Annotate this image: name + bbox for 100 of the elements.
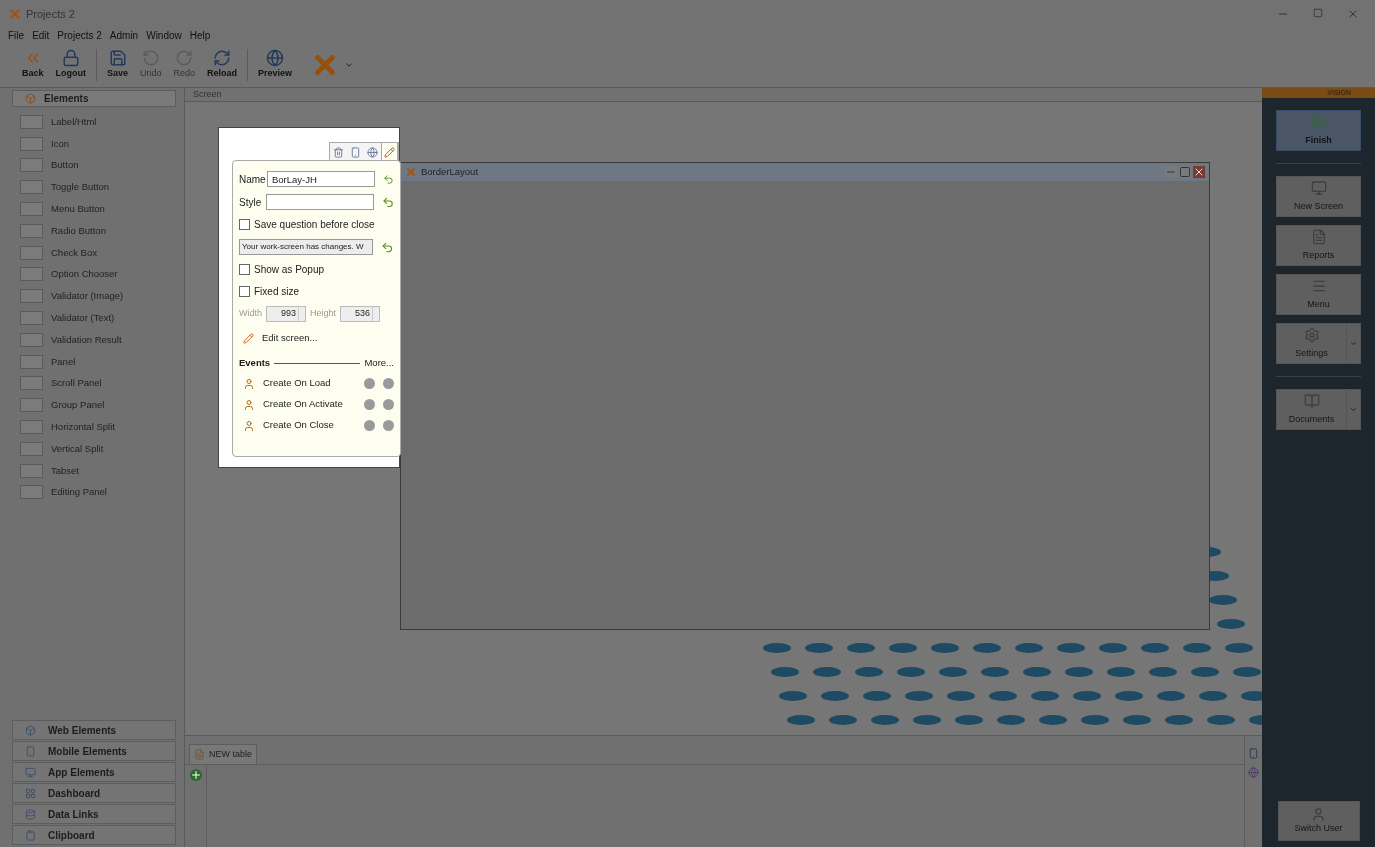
element-item[interactable]: Panel bbox=[20, 350, 176, 373]
elements-icon bbox=[25, 93, 36, 104]
element-icon bbox=[20, 180, 43, 195]
menu-item[interactable]: Help bbox=[189, 27, 211, 43]
style-field[interactable] bbox=[265, 194, 374, 210]
category-button[interactable]: Dashboard bbox=[12, 783, 176, 803]
switch-user-button[interactable]: Switch User bbox=[1277, 801, 1360, 841]
element-label: Button bbox=[51, 158, 79, 173]
element-label: Toggle Button bbox=[51, 180, 110, 195]
side-button[interactable]: Menu bbox=[1276, 274, 1361, 315]
element-item[interactable]: Label/Html bbox=[20, 111, 176, 133]
more-link[interactable]: More... bbox=[364, 356, 394, 371]
side-button[interactable]: Settings bbox=[1276, 323, 1361, 364]
element-icon bbox=[20, 420, 43, 435]
checkbox[interactable] bbox=[239, 286, 250, 297]
side-button-icon bbox=[1310, 228, 1327, 245]
menu-item[interactable]: Window bbox=[146, 27, 182, 43]
toolbar-icon bbox=[108, 48, 127, 67]
category-button[interactable]: App Elements bbox=[12, 762, 176, 782]
element-item[interactable]: Validator (Text) bbox=[20, 307, 176, 329]
element-label: Icon bbox=[51, 136, 69, 151]
category-button[interactable]: Clipboard bbox=[12, 825, 176, 845]
category-button[interactable]: Data Links bbox=[12, 804, 176, 824]
element-item[interactable]: Validation Result bbox=[20, 328, 176, 351]
element-item[interactable]: Tabset bbox=[20, 459, 176, 482]
maximize-icon[interactable] bbox=[1179, 166, 1191, 178]
checkbox[interactable] bbox=[239, 219, 250, 230]
menu-item[interactable]: Edit bbox=[32, 27, 50, 43]
panel-header[interactable]: Elements bbox=[12, 90, 176, 107]
name-field[interactable]: BorLay-JH bbox=[267, 171, 375, 187]
element-icon bbox=[20, 289, 43, 304]
field-label: Name bbox=[239, 172, 263, 187]
element-item[interactable]: Button bbox=[20, 154, 176, 177]
checkbox[interactable] bbox=[239, 264, 250, 275]
element-item[interactable]: Option Chooser bbox=[20, 263, 176, 286]
element-label: Tabset bbox=[51, 463, 79, 478]
element-item[interactable]: Vertical Split bbox=[20, 437, 176, 460]
toolbar-button[interactable]: Preview bbox=[256, 48, 295, 81]
menu-item[interactable]: Projects 2 bbox=[57, 27, 102, 43]
table-tab[interactable]: NEW table bbox=[189, 744, 257, 764]
caret-icon[interactable] bbox=[1349, 405, 1358, 414]
toolbar-button[interactable]: Reload bbox=[205, 48, 240, 81]
message-field[interactable]: Your work-screen has changes. W bbox=[239, 239, 374, 255]
event-label[interactable]: Create On Close bbox=[263, 418, 356, 433]
toolbar-icon bbox=[213, 48, 232, 67]
category-icon bbox=[25, 766, 36, 778]
side-button[interactable]: Documents bbox=[1276, 389, 1361, 430]
toolbar-button[interactable]: Logout bbox=[53, 48, 88, 81]
element-item[interactable]: Group Panel bbox=[20, 394, 176, 417]
menu-item[interactable]: Admin bbox=[109, 27, 139, 43]
element-item[interactable]: Radio Button bbox=[20, 220, 176, 242]
element-item[interactable]: Editing Panel bbox=[20, 481, 176, 504]
element-label: Check Box bbox=[51, 245, 97, 260]
form-window[interactable]: BorderLayout bbox=[400, 162, 1210, 630]
window-title: Projects 2 bbox=[26, 6, 75, 22]
category-button[interactable]: Mobile Elements bbox=[12, 741, 176, 761]
side-button[interactable]: Finish bbox=[1276, 110, 1361, 151]
minimize-icon[interactable] bbox=[1165, 166, 1177, 178]
event-label[interactable]: Create On Activate bbox=[263, 397, 356, 412]
reset-icon[interactable] bbox=[381, 195, 394, 209]
event-label[interactable]: Create On Load bbox=[263, 376, 356, 391]
element-icon bbox=[20, 332, 43, 347]
element-label: Editing Panel bbox=[51, 485, 107, 500]
reset-icon[interactable] bbox=[381, 240, 394, 254]
maximize-icon[interactable] bbox=[1313, 8, 1323, 18]
toolbar-button[interactable]: Save bbox=[105, 48, 131, 81]
element-item[interactable]: Toggle Button bbox=[20, 176, 176, 199]
caret-icon[interactable] bbox=[1349, 339, 1358, 348]
side-button[interactable]: New Screen bbox=[1276, 176, 1361, 217]
element-icon bbox=[20, 267, 43, 282]
popup-tab[interactable] bbox=[381, 143, 398, 161]
app-logo-icon bbox=[8, 7, 22, 21]
category-button[interactable]: Web Elements bbox=[12, 720, 176, 740]
checkbox-label: Show as Popup bbox=[254, 263, 325, 277]
event-icon bbox=[243, 419, 255, 432]
edit-screen-link[interactable]: Edit screen... bbox=[239, 331, 394, 346]
toolbar-button[interactable]: Back bbox=[20, 48, 46, 81]
side-button-icon bbox=[1310, 179, 1327, 196]
event-icon bbox=[243, 377, 255, 390]
element-label: Menu Button bbox=[51, 201, 105, 216]
element-item[interactable]: Check Box bbox=[20, 241, 176, 264]
element-item[interactable]: Validator (Image) bbox=[20, 285, 176, 308]
element-icon bbox=[20, 202, 43, 217]
close-icon[interactable] bbox=[1193, 166, 1205, 178]
add-icon[interactable] bbox=[189, 769, 202, 781]
tab-icon bbox=[350, 146, 361, 158]
close-icon[interactable] bbox=[1347, 8, 1359, 20]
side-button[interactable]: Reports bbox=[1276, 225, 1361, 266]
element-item[interactable]: Scroll Panel bbox=[20, 372, 176, 395]
element-item[interactable]: Horizontal Split bbox=[20, 416, 176, 438]
element-item[interactable]: Menu Button bbox=[20, 198, 176, 220]
phone-icon[interactable] bbox=[1248, 748, 1259, 759]
form-title: BorderLayout bbox=[421, 164, 479, 179]
globe-icon[interactable] bbox=[1248, 767, 1259, 778]
element-label: Validator (Text) bbox=[51, 310, 115, 325]
reset-icon[interactable] bbox=[383, 172, 394, 186]
menu-item[interactable]: File bbox=[8, 27, 25, 43]
element-item[interactable]: Icon bbox=[20, 132, 176, 155]
section-title: Events bbox=[239, 356, 271, 371]
tab-icon bbox=[367, 146, 378, 158]
